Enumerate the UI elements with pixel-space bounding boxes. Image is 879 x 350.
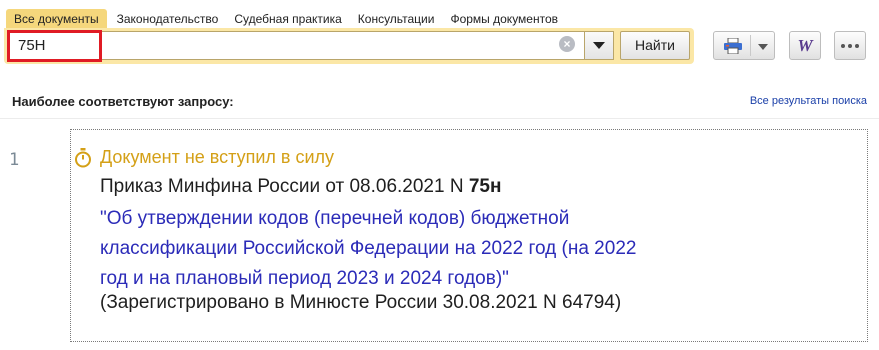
- chevron-down-icon: [593, 42, 605, 49]
- print-button[interactable]: [713, 31, 775, 60]
- word-icon: W: [797, 35, 813, 55]
- printer-icon: [724, 38, 742, 54]
- document-status: Документ не вступил в силу: [74, 147, 334, 168]
- export-word-button[interactable]: W: [789, 31, 821, 60]
- document-name[interactable]: "Об утверждении кодов (перечней кодов) б…: [100, 204, 800, 294]
- all-results-link[interactable]: Все результаты поиска: [750, 95, 867, 107]
- stopwatch-icon: [75, 147, 91, 167]
- find-button[interactable]: Найти: [620, 31, 690, 60]
- chevron-down-icon[interactable]: [758, 44, 768, 50]
- results-heading: Наиболее соответствуют запросу:: [12, 94, 234, 109]
- document-name-line: год и на плановый период 2023 и 2024 год…: [100, 268, 509, 289]
- more-button[interactable]: [834, 31, 866, 60]
- document-title-prefix: Приказ Минфина России от 08.06.2021 N: [100, 176, 469, 197]
- search-history-dropdown[interactable]: [584, 31, 614, 60]
- more-icon: [841, 43, 859, 48]
- print-button-separator: [750, 35, 751, 56]
- tab-document-forms[interactable]: Формы документов: [442, 9, 566, 30]
- document-status-text: Документ не вступил в силу: [100, 147, 335, 167]
- divider: [0, 118, 879, 119]
- document-number: 75н: [468, 176, 502, 197]
- search-input[interactable]: [14, 34, 544, 57]
- document-name-line: классификации Российской Федерации на 20…: [100, 238, 637, 259]
- tab-legislation[interactable]: Законодательство: [109, 9, 227, 30]
- document-name-line: "Об утверждении кодов (перечней кодов) б…: [100, 208, 570, 229]
- tab-all-documents[interactable]: Все документы: [6, 9, 107, 30]
- document-registration: (Зарегистрировано в Минюсте России 30.08…: [100, 292, 622, 313]
- tab-bar: Все документы Законодательство Судебная …: [6, 8, 566, 30]
- document-title[interactable]: Приказ Минфина России от 08.06.2021 N 75…: [100, 176, 501, 198]
- tab-consultations[interactable]: Консультации: [350, 9, 443, 30]
- tab-court-practice[interactable]: Судебная практика: [226, 9, 349, 30]
- result-number: 1: [9, 150, 20, 170]
- clear-icon[interactable]: ×: [559, 36, 575, 52]
